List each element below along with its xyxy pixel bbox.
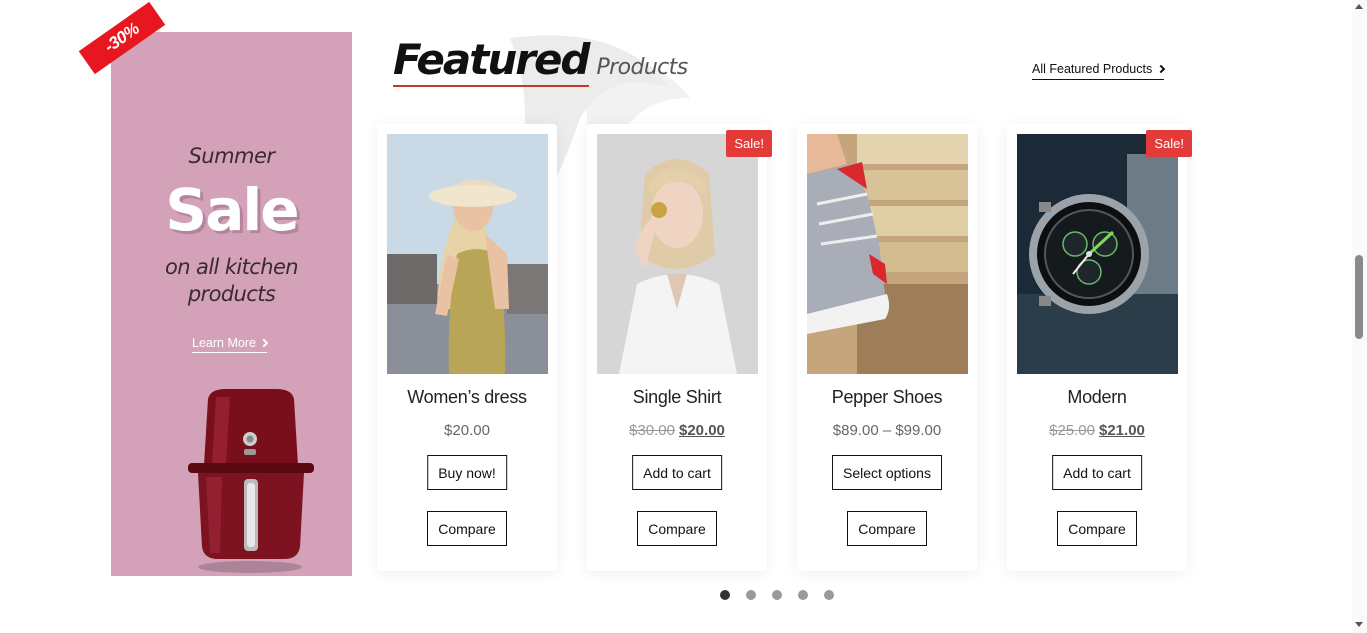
carousel-dot-4[interactable] (798, 590, 808, 600)
product-image-pepper-shoes[interactable] (807, 134, 968, 374)
all-featured-products-label: All Featured Products (1032, 62, 1153, 76)
scrollbar-thumb[interactable] (1355, 255, 1363, 339)
product-sale-price: $20.00 (679, 422, 725, 439)
product-price: $25.00 $21.00 (1007, 422, 1187, 439)
discount-badge-label: -30% (100, 19, 143, 57)
product-card-pepper-shoes[interactable]: Pepper Shoes $89.00 – $99.00 Select opti… (797, 124, 977, 571)
chevron-right-icon (1156, 64, 1166, 74)
product-price: $20.00 (377, 422, 557, 439)
carousel-pagination (720, 590, 834, 600)
scroll-up-arrow-icon[interactable] (1355, 4, 1363, 9)
product-sale-price: $21.00 (1099, 422, 1145, 439)
promo-line-sale: Sale (165, 176, 299, 244)
carousel-dot-2[interactable] (746, 590, 756, 600)
heading-featured: Featured (393, 35, 590, 87)
product-name[interactable]: Single Shirt (587, 387, 767, 408)
page: -30% Summer Sale on all kitchen products… (0, 0, 1367, 633)
page-scrollbar[interactable] (1352, 0, 1367, 633)
product-price: $30.00 $20.00 (587, 422, 767, 439)
product-price-value: $20.00 (444, 422, 490, 439)
learn-more-link[interactable]: Learn More (192, 336, 269, 353)
product-card-womens-dress[interactable]: Women’s dress $20.00 Buy now! Compare (377, 124, 557, 571)
product-old-price: $30.00 (629, 422, 675, 439)
chevron-right-icon (259, 338, 269, 348)
buy-now-button[interactable]: Buy now! (427, 455, 507, 490)
heading-products: Products (596, 55, 689, 80)
sale-badge: Sale! (1146, 130, 1192, 157)
add-to-cart-button[interactable]: Add to cart (632, 455, 722, 490)
product-image-womens-dress[interactable] (387, 134, 548, 374)
promo-line-products: products (187, 282, 276, 306)
compare-button[interactable]: Compare (427, 511, 507, 546)
air-fryer-image (188, 389, 314, 573)
add-to-cart-button[interactable]: Add to cart (1052, 455, 1142, 490)
carousel-dot-1[interactable] (720, 590, 730, 600)
promo-line-kitchen: on all kitchen (165, 255, 299, 279)
sale-badge: Sale! (726, 130, 772, 157)
product-name[interactable]: Pepper Shoes (797, 387, 977, 408)
learn-more-label: Learn More (192, 336, 256, 350)
carousel-dot-3[interactable] (772, 590, 782, 600)
promo-line-summer: Summer (188, 144, 275, 168)
compare-button[interactable]: Compare (637, 511, 717, 546)
promo-subtitle: on all kitchen products (111, 254, 352, 308)
compare-button[interactable]: Compare (1057, 511, 1137, 546)
all-featured-products-link[interactable]: All Featured Products (1032, 62, 1166, 80)
promo-banner[interactable]: -30% Summer Sale on all kitchen products… (78, 1, 352, 576)
product-name[interactable]: Modern (1007, 387, 1187, 408)
compare-button[interactable]: Compare (847, 511, 927, 546)
product-card-single-shirt[interactable]: Sale! Single Shirt $30.00 $20.00 Add to c… (587, 124, 772, 571)
product-price-value: $89.00 – $99.00 (832, 422, 942, 439)
section-heading: Featured Products (393, 35, 688, 87)
product-image-single-shirt[interactable] (597, 134, 758, 374)
product-old-price: $25.00 (1049, 422, 1095, 439)
carousel-dot-5[interactable] (824, 590, 834, 600)
select-options-button[interactable]: Select options (832, 455, 942, 490)
product-card-modern[interactable]: Sale! Modern $25.00 $21.00 Add to cart C… (1007, 124, 1192, 571)
discount-ribbon: -30% (78, 1, 166, 75)
product-price: $89.00 – $99.00 (797, 422, 977, 439)
product-image-modern[interactable] (1017, 134, 1178, 374)
product-name[interactable]: Women’s dress (377, 387, 557, 408)
scroll-down-arrow-icon[interactable] (1355, 622, 1363, 627)
